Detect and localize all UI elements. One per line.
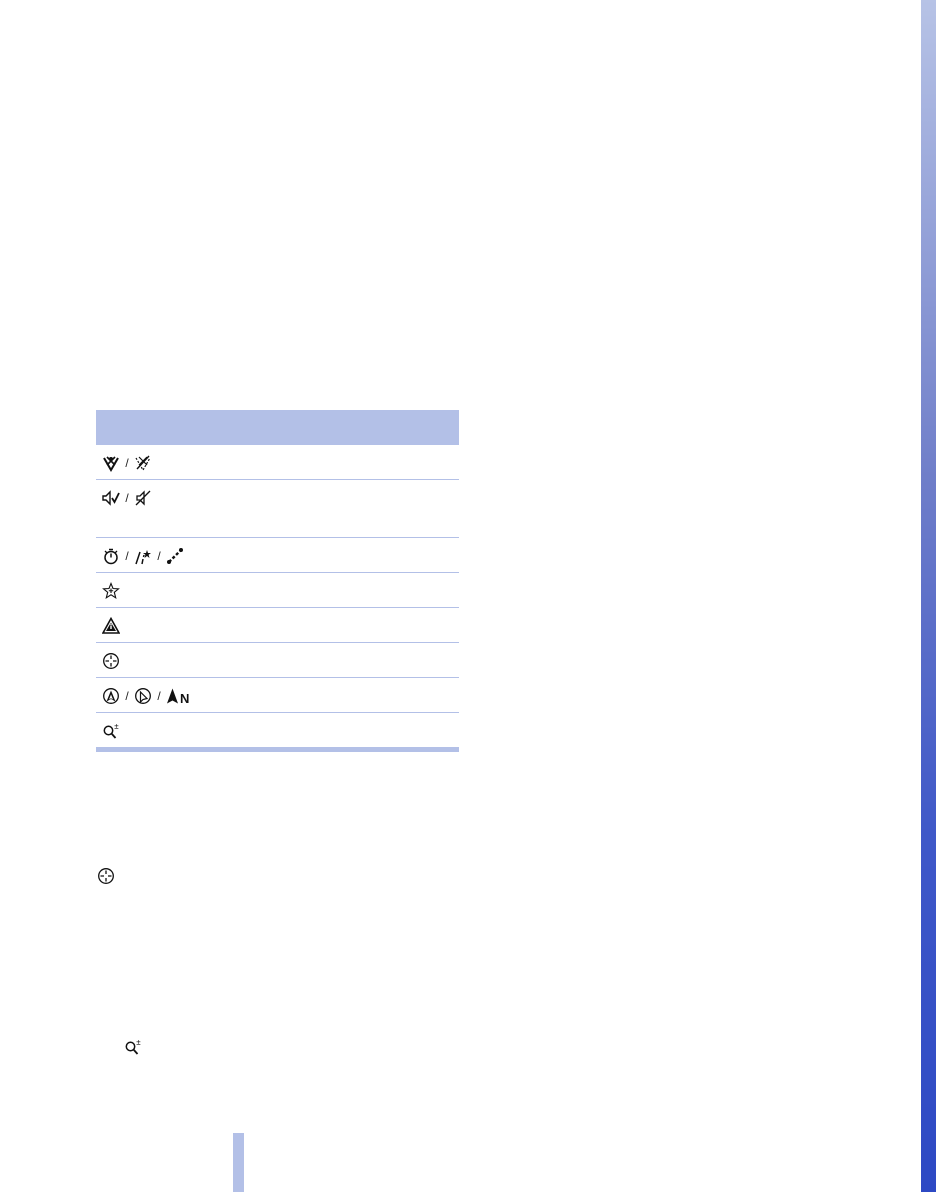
separator: /: [125, 689, 129, 703]
north-up-icon[interactable]: N: [166, 687, 192, 705]
table-row: /: [96, 445, 459, 479]
table-row: /: [96, 479, 459, 537]
route-segment-icon[interactable]: [166, 547, 184, 565]
table-row: ±: [96, 712, 459, 747]
separator: /: [157, 549, 161, 563]
crosshairs-icon[interactable]: [102, 652, 120, 670]
separator: /: [157, 689, 161, 703]
table-row: [96, 607, 459, 642]
fastest-route-icon[interactable]: [102, 547, 120, 565]
map-symbols-table: / / / / / / N ±: [96, 410, 459, 752]
page-edge-bar: [921, 0, 936, 1192]
short-route-icon[interactable]: [134, 547, 152, 565]
direction-of-travel-icon[interactable]: [102, 687, 120, 705]
points-of-interest-icon[interactable]: [102, 582, 120, 600]
table-header: [96, 410, 459, 445]
voice-instructions-muted-icon[interactable]: [134, 489, 152, 507]
zoom-scale-icon[interactable]: ±: [102, 722, 120, 740]
separator: /: [125, 549, 129, 563]
zoom-plus-minus: ±: [136, 1038, 141, 1047]
separator: /: [125, 491, 129, 505]
table-row: / / N: [96, 677, 459, 712]
voice-instructions-on-icon[interactable]: [102, 489, 120, 507]
traffic-obstruction-filter-off-icon[interactable]: [134, 454, 152, 472]
traffic-warning-icon[interactable]: [102, 617, 120, 635]
table-row: / /: [96, 537, 459, 572]
zoom-plus-minus: ±: [114, 722, 119, 731]
table-row: [96, 642, 459, 677]
traffic-obstruction-filter-icon[interactable]: [102, 454, 120, 472]
zoom-scale-icon: ±: [124, 1038, 142, 1056]
crosshairs-icon: [97, 867, 115, 885]
north-up-letter: N: [180, 691, 189, 705]
map-perspective-icon[interactable]: [134, 687, 152, 705]
page-tab-marker: [233, 1133, 244, 1192]
separator: /: [125, 456, 129, 470]
table-row: [96, 572, 459, 607]
